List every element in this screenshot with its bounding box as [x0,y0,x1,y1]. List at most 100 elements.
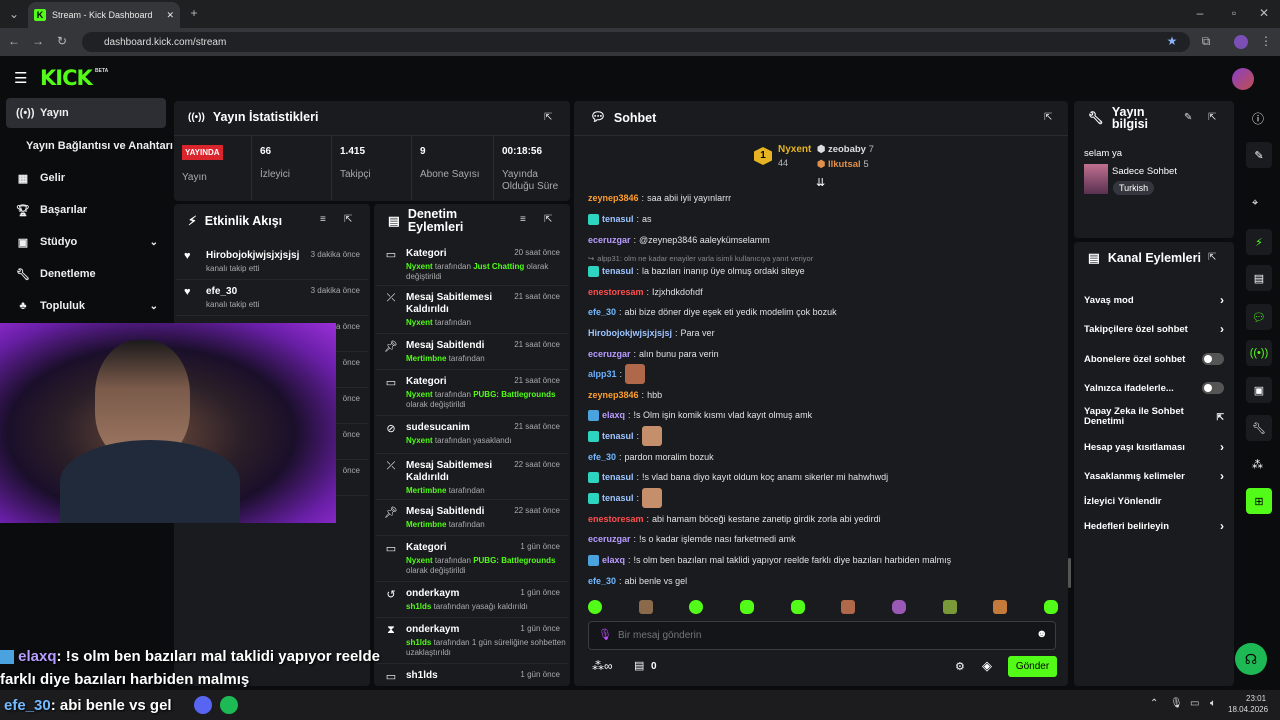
emotes-only-toggle[interactable] [1202,382,1224,394]
emote-button[interactable] [588,600,602,614]
community-rail-icon[interactable]: ⁂ [1252,458,1263,471]
emote-button[interactable] [1043,600,1058,614]
tab-list-icon[interactable]: ⌄ [6,7,22,21]
pin-icon: 📌︎ [384,341,398,353]
sidebar-item-denetleme[interactable]: 🔧︎ Denetleme [6,259,166,289]
popout-icon[interactable]: ⇱ [1208,112,1216,123]
wrench-rail-icon[interactable]: 🔧︎ [1246,415,1272,441]
chevron-right-icon: › [1220,440,1224,454]
channel-icon: ▤ [1088,251,1100,265]
chat-message: tenasul: la bazıları inanıp üye olmuş or… [588,261,805,281]
banned-words-row[interactable]: Yasaklanmış kelimeler › [1084,462,1224,490]
back-icon[interactable]: ← [6,34,22,48]
minimize-icon[interactable]: – [1192,6,1208,20]
popout-icon[interactable]: ⇱ [544,214,552,225]
kick-logo[interactable]: KICK [40,66,93,90]
popout-icon[interactable]: ⇱ [1208,252,1216,263]
raid-row[interactable]: İzleyici Yönlendir [1084,487,1224,515]
collapse-chevron-icon[interactable]: ⇊ [816,176,825,189]
send-button[interactable]: Gönder [1008,656,1057,677]
broadcast-rail-icon[interactable]: ((•)) [1246,340,1272,366]
emote-button[interactable] [790,600,805,614]
filter-icon[interactable]: ≡ [320,214,326,225]
document-rail-icon[interactable]: ▤ [1246,265,1272,291]
account-age-row[interactable]: Hesap yaşı kısıtlaması › [1084,433,1224,461]
new-tab-icon[interactable]: + [186,6,202,20]
profile-avatar[interactable] [1234,35,1248,49]
emote-button[interactable] [689,600,704,614]
browser-tab[interactable]: K Stream - Kick Dashboard ✕ [28,2,180,28]
emote-button[interactable] [942,600,957,614]
spotify-taskbar-icon[interactable] [220,696,238,714]
emote-button[interactable] [891,600,906,614]
mod-time: 21 saat önce [514,340,560,349]
tab-title: Stream - Kick Dashboard [52,10,153,20]
volume-tray-icon[interactable]: 🔈︎ [1210,698,1216,709]
mod-time: 20 saat önce [514,248,560,257]
goals-row[interactable]: Hedefleri belirleyin › [1084,512,1224,540]
clock-date[interactable]: 18.04.2026 [1228,705,1268,714]
edit-pencil-icon[interactable]: ✎ [1184,112,1192,123]
flash-rail-icon[interactable]: ⚡︎ [1246,229,1272,255]
ai-moderation-row[interactable]: Yapay Zeka ile Sohbet Denetimi ⇱ [1084,403,1224,431]
emote-button[interactable] [739,600,754,614]
discord-taskbar-icon[interactable] [194,696,212,714]
support-headset-icon[interactable]: ☊ [1235,643,1267,675]
points-icon[interactable]: ⁂∞ [592,659,613,673]
forward-icon[interactable]: → [30,34,46,48]
emote-button[interactable] [993,600,1008,614]
focus-icon[interactable]: ⌖ [1252,197,1258,210]
emoji-icon[interactable]: ☻ [1036,628,1048,640]
close-tab-icon[interactable]: ✕ [166,10,174,21]
clock-time[interactable]: 23:01 [1246,694,1266,703]
microphone-tray-icon[interactable]: 🎙︎ [1170,698,1183,709]
chat-scrollbar[interactable] [1068,558,1071,588]
tray-chevron-icon[interactable]: ⌃ [1150,698,1158,709]
os-taskbar [0,690,1280,720]
microphone-icon[interactable]: 🎙︎ [598,628,612,641]
sidebar-item-gelir[interactable]: ▦ Gelir [6,163,166,193]
emote-image [642,488,663,508]
store-icon[interactable]: ▤ [634,659,644,672]
emote-button[interactable] [638,600,653,614]
sidebar-item-stream-key[interactable]: Yayın Bağlantısı ve Anahtarı [16,131,176,161]
bookmark-star-icon[interactable]: ★ [1164,34,1180,48]
url-input[interactable]: dashboard.kick.com/stream [82,32,1190,52]
add-widget-rail-icon[interactable]: ⊞ [1246,488,1272,514]
mod-time: 1 gün önce [520,624,560,633]
popout-icon[interactable]: ⇱ [344,214,352,225]
slow-mode-row[interactable]: Yavaş mod › [1084,286,1224,314]
chat-message-field[interactable] [618,626,1018,644]
channel-rail-icon[interactable]: ▣ [1246,377,1272,403]
edit-rail-icon[interactable]: ✎ [1246,142,1272,168]
chat-rail-icon[interactable]: 💬︎ [1246,304,1272,330]
stat-label: Yayın [182,172,207,183]
restore-icon[interactable]: ▫ [1226,6,1242,20]
bot-icon[interactable]: ◈ [982,658,992,674]
sidebar-item-yayin[interactable]: ((•)) Yayın [6,98,166,128]
hamburger-menu-icon[interactable]: ☰ [14,69,27,87]
popout-icon[interactable]: ⇱ [1044,112,1052,123]
chevron-down-icon: ⌄ [149,300,158,312]
info-icon[interactable]: ⓘ [1252,110,1264,127]
overlay-chat-line: efe_30: abi benle vs gel [4,697,172,714]
browser-menu-icon[interactable]: ⋮ [1258,34,1274,48]
followers-only-row[interactable]: Takipçilere özel sohbet › [1084,315,1224,343]
window-close-icon[interactable]: ✕ [1256,6,1272,20]
mod-time: 1 gün önce [520,670,560,679]
emote-button[interactable] [841,600,856,614]
filter-icon[interactable]: ≡ [520,214,526,225]
sidebar-item-topluluk[interactable]: ♣ Topluluk ⌄ [6,291,166,321]
mod-badge-icon [588,471,599,483]
user-avatar[interactable] [1232,68,1254,90]
sidebar-item-studyo[interactable]: ▣ Stüdyo ⌄ [6,227,166,257]
extensions-icon[interactable]: ⧉ [1198,34,1214,49]
settings-gear-icon[interactable]: ⚙ [955,660,965,673]
chat-message: tenasul: as [588,209,652,229]
subscribers-only-toggle[interactable] [1202,353,1224,365]
wrench-icon: 🔧︎ [1088,111,1104,125]
network-tray-icon[interactable]: ▭ [1190,698,1199,709]
reload-icon[interactable]: ↻ [54,34,70,48]
popout-icon[interactable]: ⇱ [544,112,552,123]
sidebar-item-basarilar[interactable]: 🏆︎ Başarılar [6,195,166,225]
